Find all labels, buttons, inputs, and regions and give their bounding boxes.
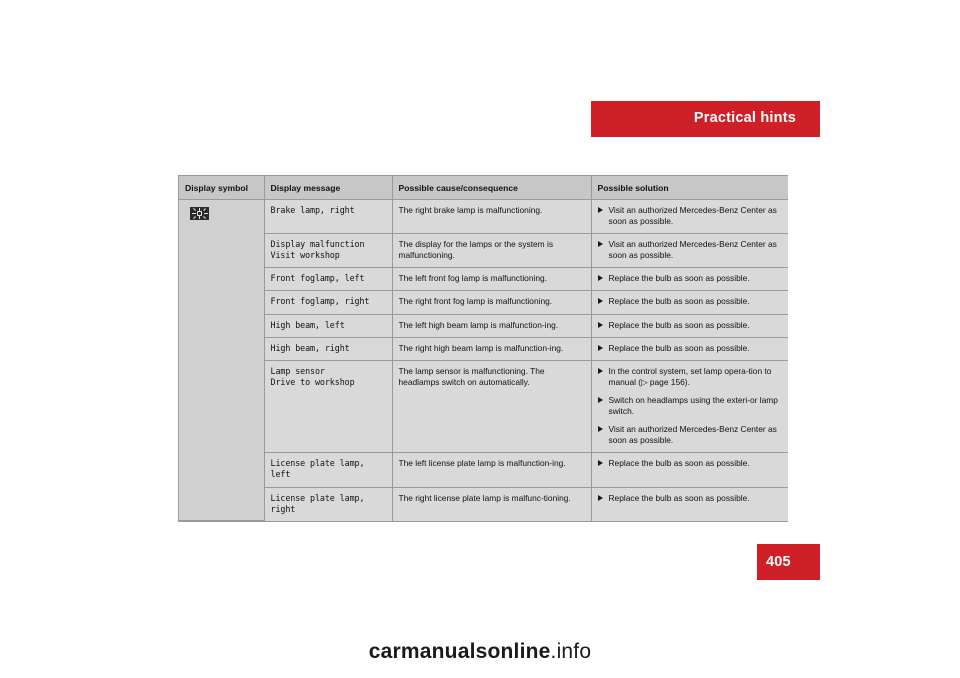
possible-cause-cell: The left high beam lamp is malfunction-i…	[392, 314, 592, 338]
table-row: Lamp sensor Drive to workshop The lamp se…	[179, 360, 788, 454]
column-header-display-symbol: Display symbol	[179, 176, 265, 200]
page-title: Practical hints	[693, 110, 796, 126]
possible-cause-cell: The right high beam lamp is malfunction-…	[392, 337, 592, 361]
solution-text: In the control system, set lamp opera-ti…	[608, 365, 772, 387]
page-number: 405	[766, 554, 791, 570]
possible-cause-cell: The right brake lamp is malfunctioning.	[392, 199, 592, 235]
possible-solution-cell: In the control system, set lamp opera-ti…	[591, 360, 788, 454]
display-message-cell: High beam, left	[264, 314, 393, 338]
table-body: Brake lamp, right The right brake lamp is…	[179, 199, 788, 522]
solution-text: Visit an authorized Mercedes-Benz Center…	[608, 424, 777, 446]
table-row: Front foglamp, right The right front fog …	[179, 290, 788, 315]
solution-item: Replace the bulb as soon as possible.	[597, 319, 783, 331]
solution-text: Replace the bulb as soon as possible.	[608, 342, 750, 353]
possible-cause-cell: The display for the lamps or the system …	[392, 233, 592, 269]
triangle-bullet-icon	[597, 298, 603, 305]
table-row: Display malfunction Visit workshop The di…	[179, 233, 788, 269]
possible-solution-cell: Replace the bulb as soon as possible.	[591, 267, 788, 292]
display-message-cell: High beam, right	[264, 337, 393, 361]
triangle-bullet-icon	[597, 275, 603, 282]
column-header-possible-solution: Possible solution	[591, 176, 788, 200]
solution-item: Visit an authorized Mercedes-Benz Center…	[597, 239, 783, 261]
possible-cause-cell: The right front fog lamp is malfunctioni…	[392, 290, 592, 315]
possible-solution-cell: Replace the bulb as soon as possible.	[591, 452, 788, 488]
column-header-display-message: Display message	[264, 176, 393, 200]
document-page: Practical hints Display symbol Display m…	[0, 0, 960, 678]
solution-item: In the control system, set lamp opera-ti…	[597, 365, 783, 388]
table-row: High beam, left The left high beam lamp i…	[179, 314, 788, 338]
possible-solution-cell: Replace the bulb as soon as possible.	[591, 290, 788, 315]
triangle-bullet-icon	[597, 207, 603, 213]
solution-item: Replace the bulb as soon as possible.	[597, 342, 783, 354]
possible-cause-cell: The left front fog lamp is malfunctionin…	[392, 267, 592, 292]
header-banner: Practical hints	[591, 101, 820, 137]
possible-cause-cell: The lamp sensor is malfunctioning. The h…	[392, 360, 592, 454]
solution-text: Visit an authorized Mercedes-Benz Center…	[608, 239, 777, 261]
solution-item: Replace the bulb as soon as possible.	[597, 458, 783, 469]
table-row: Front foglamp, left The left front fog la…	[179, 267, 788, 292]
possible-solution-cell: Replace the bulb as soon as possible.	[591, 314, 788, 338]
display-message-cell: License plate lamp, right	[264, 487, 393, 521]
page-number-tab: 405	[757, 544, 820, 580]
possible-solution-cell: Visit an authorized Mercedes-Benz Center…	[591, 199, 788, 235]
triangle-bullet-icon	[597, 344, 603, 351]
solution-text: Switch on headlamps using the exteri-or …	[608, 394, 778, 417]
watermark-bold: carmanualsonline	[368, 640, 551, 663]
solution-text: Replace the bulb as soon as possible.	[608, 458, 750, 469]
lamp-malfunction-icon	[190, 207, 209, 220]
possible-cause-cell: The left license plate lamp is malfuncti…	[392, 452, 592, 488]
solution-text: Replace the bulb as soon as possible.	[608, 492, 750, 503]
possible-cause-cell: The right license plate lamp is malfunc-…	[392, 487, 592, 521]
triangle-bullet-icon	[597, 426, 603, 433]
table-row: License plate lamp, left The left license…	[179, 452, 788, 488]
triangle-bullet-icon	[597, 367, 603, 374]
table-row: High beam, right The right high beam lamp…	[179, 337, 788, 361]
triangle-bullet-icon	[597, 460, 603, 467]
table-row: Brake lamp, right The right brake lamp is…	[179, 199, 788, 522]
table-header-row: Display symbol Display message Possible …	[179, 176, 788, 200]
watermark: carmanualsonline.info	[0, 640, 960, 664]
display-messages-table: Display symbol Display message Possible …	[178, 175, 788, 523]
watermark-suffix: .info	[550, 640, 592, 663]
possible-solution-cell: Replace the bulb as soon as possible.	[591, 487, 788, 521]
display-message-cell: Brake lamp, right	[264, 199, 393, 235]
possible-solution-cell: Visit an authorized Mercedes-Benz Center…	[591, 233, 788, 269]
solution-item: Switch on headlamps using the exteri-or …	[597, 394, 783, 417]
triangle-bullet-icon	[597, 494, 603, 501]
table-row: License plate lamp, right The right licen…	[179, 487, 788, 521]
display-symbol-cell	[179, 199, 265, 522]
triangle-bullet-icon	[597, 396, 603, 403]
solution-item: Visit an authorized Mercedes-Benz Center…	[597, 205, 783, 227]
solution-item: Visit an authorized Mercedes-Benz Center…	[597, 424, 783, 446]
column-header-possible-cause: Possible cause/consequence	[392, 176, 592, 200]
display-message-cell: Display malfunction Visit workshop	[264, 233, 393, 269]
display-message-cell: Front foglamp, right	[264, 290, 393, 315]
triangle-bullet-icon	[597, 241, 603, 248]
display-message-cell: Front foglamp, left	[264, 267, 393, 292]
solution-text: Replace the bulb as soon as possible.	[608, 319, 750, 330]
solution-item: Replace the bulb as soon as possible.	[597, 273, 783, 284]
display-message-cell: License plate lamp, left	[264, 452, 393, 488]
solution-item: Replace the bulb as soon as possible.	[597, 492, 783, 504]
solution-text: Replace the bulb as soon as possible.	[608, 273, 750, 284]
solution-text: Replace the bulb as soon as possible.	[608, 296, 750, 307]
display-message-cell: Lamp sensor Drive to workshop	[264, 360, 393, 454]
solution-item: Replace the bulb as soon as possible.	[597, 296, 783, 307]
solution-text: Visit an authorized Mercedes-Benz Center…	[608, 205, 777, 227]
possible-solution-cell: Replace the bulb as soon as possible.	[591, 337, 788, 361]
triangle-bullet-icon	[597, 321, 603, 328]
